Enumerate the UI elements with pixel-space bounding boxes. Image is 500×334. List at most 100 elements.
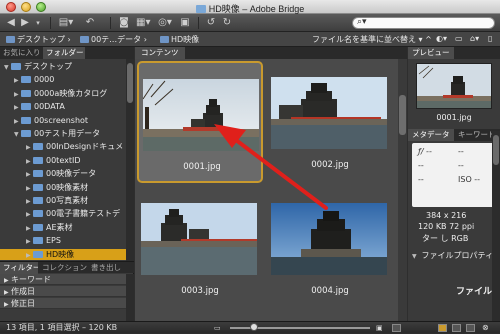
folder-icon — [33, 156, 43, 164]
metadata-placard: ƒ/ -- -- -- -- -- ISO -- — [412, 143, 496, 207]
tab-collections[interactable]: コレクション — [39, 262, 87, 274]
filter-created[interactable]: ▶ 作成日 — [0, 286, 126, 297]
disclosure-triangle-icon[interactable]: ▶ — [26, 169, 33, 180]
disclosure-triangle-icon[interactable]: ▶ — [26, 209, 33, 220]
folder-tree-item[interactable]: ▶ 00写真素材 — [0, 195, 126, 206]
forward-arrow-icon[interactable]: ▶ — [20, 17, 30, 29]
thumbnail-image — [141, 203, 257, 275]
scroll-thumb[interactable] — [127, 63, 133, 103]
history-dropdown-icon[interactable]: ▾ — [34, 17, 42, 29]
thumbnail-image — [271, 77, 387, 149]
disclosure-triangle-icon[interactable]: ▶ — [26, 183, 33, 194]
get-photos-icon[interactable]: ◙ — [118, 17, 130, 29]
status-bar: 13 項目, 1 項目選択 – 120 KB ▭ ▣ ⊗ — [0, 321, 500, 333]
folder-tree-item[interactable]: ▶ 0000a映像カタログ — [0, 88, 126, 99]
folder-tree-item[interactable]: ▶ 00InDesignドキュメ — [0, 141, 126, 152]
slider-knob[interactable] — [250, 323, 258, 331]
output-icon[interactable]: ▣ — [180, 17, 190, 29]
close-icon[interactable]: ⊗ — [482, 322, 489, 334]
tab-export[interactable]: 書き出し — [88, 262, 128, 274]
boomerang-icon[interactable]: ↶ — [84, 17, 96, 29]
delete-icon[interactable]: ▯ — [488, 34, 492, 43]
disclosure-triangle-icon[interactable]: ▶ — [26, 196, 33, 207]
folder-tree-item[interactable]: ▶ HD映像 — [0, 248, 126, 261]
file-properties-header[interactable]: ▼ ファイルプロパティ — [412, 250, 496, 260]
folder-tree-label: 0000 — [34, 75, 55, 85]
disclosure-triangle-icon[interactable]: ▼ — [4, 62, 11, 73]
aperture-value: ƒ/ -- — [418, 147, 432, 156]
rotate-right-icon[interactable]: ↻ — [222, 17, 232, 29]
disclosure-triangle-icon[interactable]: ▶ — [26, 236, 33, 247]
new-folder-icon[interactable]: ◐▾ — [436, 34, 447, 43]
breadcrumb-hd[interactable]: HD映像 — [160, 34, 199, 45]
lock-grid-icon[interactable] — [392, 324, 401, 332]
thumbnail-item[interactable]: 0004.jpg — [267, 187, 393, 309]
grid-view-icon[interactable] — [438, 324, 447, 332]
disclosure-triangle-icon[interactable]: ▶ — [26, 223, 33, 234]
tab-folders[interactable]: フォルダー — [43, 47, 85, 59]
filter-modified[interactable]: ▶ 修正日 — [0, 298, 126, 309]
zoom-in-icon[interactable]: ▣ — [376, 322, 383, 334]
folder-icon — [33, 183, 43, 191]
thumbnail-image — [271, 203, 387, 275]
sort-dropdown[interactable]: ファイル名を基準に並べ替え ▾ ^ — [312, 34, 432, 45]
open-in-camera-raw-icon[interactable]: ◎▾ — [158, 17, 172, 29]
tab-metadata[interactable]: メタデータ — [408, 129, 454, 141]
filter-keywords[interactable]: ▶ キーワード — [0, 274, 126, 285]
disclosure-triangle-icon[interactable]: ▶ — [26, 142, 33, 153]
disclosure-triangle-icon[interactable]: ▶ — [14, 89, 21, 100]
metadata-scrollbar[interactable] — [492, 131, 500, 321]
disclosure-triangle-icon[interactable]: ▼ — [14, 129, 21, 140]
detail-view-icon[interactable] — [452, 324, 461, 332]
disclosure-triangle-icon[interactable]: ▶ — [14, 75, 21, 86]
rotate-left-icon[interactable]: ↺ — [206, 17, 216, 29]
disclosure-triangle-icon[interactable]: ▶ — [14, 102, 21, 113]
tree-scrollbar[interactable] — [126, 59, 134, 261]
tab-filter[interactable]: フィルター — [0, 262, 38, 274]
content-scrollbar[interactable] — [398, 59, 407, 321]
folder-tree-item[interactable]: ▶ AE素材 — [0, 222, 126, 233]
thumbnail-item[interactable]: 0003.jpg — [137, 187, 263, 309]
folder-tree-item[interactable]: ▶ 00textID — [0, 155, 126, 166]
search-input[interactable]: ⌕▾ — [352, 17, 495, 29]
filter-scrollbar[interactable] — [126, 274, 134, 321]
tab-content[interactable]: コンテンツ — [135, 47, 185, 59]
folder-tree-item[interactable]: ▶ 00DATA — [0, 101, 126, 112]
toolbar-divider — [198, 17, 199, 29]
thumbnail-size-slider[interactable] — [230, 323, 370, 331]
folder-icon — [33, 143, 43, 151]
folder-tree-item[interactable]: ▶ 00screenshot — [0, 115, 126, 126]
folder-tree-item[interactable]: ▼ デスクトップ — [0, 61, 126, 72]
folder-tree-item[interactable]: ▼ 00テスト用データ — [0, 128, 126, 139]
zoom-out-icon[interactable]: ▭ — [214, 322, 221, 334]
reveal-recent-icon[interactable]: ▤▾ — [58, 17, 74, 29]
folder-tree-item[interactable]: ▶ 00電子書籍テストデ — [0, 208, 126, 219]
folder-tree-item[interactable]: ▶ 0000 — [0, 74, 126, 85]
disclosure-triangle-icon[interactable]: ▶ — [26, 250, 33, 261]
thumbnail-item[interactable]: 0001.jpg — [137, 61, 263, 183]
folder-tree-item[interactable]: ▶ EPS — [0, 235, 126, 246]
disclosure-triangle-icon[interactable]: ▶ — [14, 116, 21, 127]
breadcrumb-desktop[interactable]: デスクトップ › — [6, 34, 71, 45]
breadcrumb-test-data[interactable]: 00テ…データ › — [80, 34, 147, 45]
folder-icon — [33, 170, 43, 178]
filter-panel-tabs: フィルター コレクション 書き出し — [0, 261, 134, 274]
disclosure-triangle-icon[interactable]: ▶ — [26, 156, 33, 167]
tab-preview[interactable]: プレビュー — [408, 47, 454, 59]
trash-icon[interactable]: ⌂▾ — [470, 34, 479, 43]
status-text: 13 項目, 1 項目選択 – 120 KB — [6, 323, 118, 332]
folder-add-icon[interactable]: ▭ — [455, 34, 463, 43]
folder-icon — [33, 237, 43, 245]
refine-icon[interactable]: ▦▾ — [136, 17, 150, 29]
tab-favorites[interactable]: お気に入り — [0, 47, 42, 59]
list-view-icon[interactable] — [466, 324, 475, 332]
back-arrow-icon[interactable]: ◀ — [6, 17, 16, 29]
preview-tab-bar: プレビュー — [408, 47, 500, 59]
folder-tree-item[interactable]: ▶ 00映像素材 — [0, 182, 126, 193]
scroll-thumb[interactable] — [493, 135, 499, 165]
folder-tree-item[interactable]: ▶ 00映像データ — [0, 168, 126, 179]
folder-tree-label: 00写真素材 — [46, 196, 89, 205]
left-panel-tabs: お気に入り フォルダー — [0, 47, 134, 59]
thumbnail-item[interactable]: 0002.jpg — [267, 61, 393, 183]
scroll-thumb[interactable] — [399, 95, 406, 135]
